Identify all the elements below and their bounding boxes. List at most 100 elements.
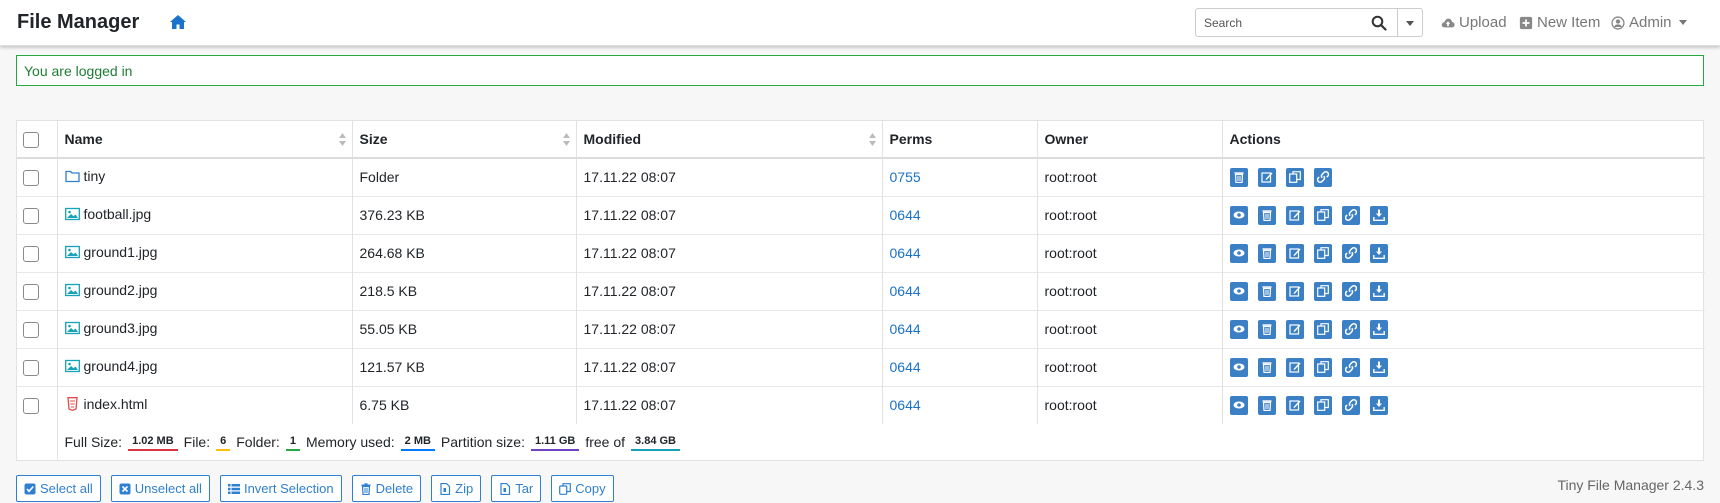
perms-link[interactable]: 0755 xyxy=(890,169,921,185)
view-action-button[interactable] xyxy=(1229,281,1248,301)
row-checkbox[interactable] xyxy=(23,283,39,300)
link-action-button[interactable] xyxy=(1341,243,1360,263)
search-icon[interactable] xyxy=(1371,15,1387,31)
view-action-button[interactable] xyxy=(1229,395,1248,415)
search-options-dropdown[interactable] xyxy=(1398,8,1423,37)
home-icon[interactable] xyxy=(169,14,187,30)
file-size: 55.05 KB xyxy=(352,309,577,348)
select-all-button[interactable]: Select all xyxy=(16,475,101,502)
delete-button[interactable]: Delete xyxy=(351,475,422,502)
unselect-all-button[interactable]: Unselect all xyxy=(110,475,210,502)
copy-action-button[interactable] xyxy=(1313,243,1332,263)
admin-menu[interactable]: Admin xyxy=(1611,14,1687,31)
tar-label: Tar xyxy=(515,481,534,496)
edit-icon xyxy=(1288,400,1300,411)
download-action-button[interactable] xyxy=(1369,395,1388,415)
copy-button[interactable]: Copy xyxy=(551,475,614,502)
link-action-button[interactable] xyxy=(1341,395,1360,415)
perms-link[interactable]: 0644 xyxy=(890,397,921,413)
row-actions xyxy=(1229,205,1699,225)
download-action-button[interactable] xyxy=(1369,281,1388,301)
delete-action-button[interactable] xyxy=(1257,205,1276,225)
perms-link[interactable]: 0644 xyxy=(890,245,921,261)
link-action-button[interactable] xyxy=(1341,281,1360,301)
file-name-link[interactable]: football.jpg xyxy=(64,206,151,222)
delete-label: Delete xyxy=(375,481,414,496)
table-row: ground4.jpg 121.57 KB 17.11.22 08:07 0644 ro… xyxy=(17,347,1705,386)
perms-link[interactable]: 0644 xyxy=(890,321,921,337)
edit-action-button[interactable] xyxy=(1285,281,1304,301)
row-checkbox[interactable] xyxy=(23,245,39,262)
download-action-button[interactable] xyxy=(1369,319,1388,339)
view-action-button[interactable] xyxy=(1229,357,1248,377)
memory-badge: 2 MB xyxy=(400,434,435,451)
trash-icon xyxy=(1262,210,1271,221)
search-input[interactable] xyxy=(1195,8,1398,37)
delete-action-button[interactable] xyxy=(1257,281,1276,301)
copy-action-button[interactable] xyxy=(1285,167,1304,187)
edit-action-button[interactable] xyxy=(1285,395,1304,415)
row-checkbox[interactable] xyxy=(23,359,39,376)
delete-action-button[interactable] xyxy=(1257,319,1276,339)
copy-action-button[interactable] xyxy=(1313,205,1332,225)
modified-column-header[interactable]: Modified xyxy=(576,121,883,159)
row-checkbox[interactable] xyxy=(23,321,39,338)
file-name-link[interactable]: index.html xyxy=(65,396,147,412)
edit-action-button[interactable] xyxy=(1285,319,1304,339)
login-alert: You are logged in xyxy=(16,55,1704,86)
file-name-link[interactable]: ground1.jpg xyxy=(64,244,157,260)
upload-link[interactable]: Upload xyxy=(1441,14,1507,31)
tar-button[interactable]: Tar xyxy=(491,475,542,502)
view-action-button[interactable] xyxy=(1229,205,1248,225)
edit-icon xyxy=(1288,362,1300,373)
perms-link[interactable]: 0644 xyxy=(890,283,921,299)
file-name-link[interactable]: tiny xyxy=(64,168,105,184)
view-action-button[interactable] xyxy=(1229,243,1248,263)
file-name-link[interactable]: ground2.jpg xyxy=(64,282,158,298)
trash-icon xyxy=(1262,362,1271,373)
link-action-button[interactable] xyxy=(1341,357,1360,377)
perms-link[interactable]: 0644 xyxy=(890,207,921,223)
copy-action-button[interactable] xyxy=(1313,281,1332,301)
edit-action-button[interactable] xyxy=(1285,243,1304,263)
edit-action-button[interactable] xyxy=(1285,357,1304,377)
link-action-button[interactable] xyxy=(1341,205,1360,225)
size-column-header[interactable]: Size xyxy=(352,121,577,159)
copy-action-button[interactable] xyxy=(1313,357,1332,377)
select-all-checkbox[interactable] xyxy=(23,131,39,148)
download-action-button[interactable] xyxy=(1369,357,1388,377)
link-action-button[interactable] xyxy=(1313,167,1332,187)
file-name-link[interactable]: ground4.jpg xyxy=(64,358,157,374)
full-size-label: Full Size: xyxy=(64,434,123,450)
zip-button[interactable]: Zip xyxy=(431,475,482,502)
row-checkbox[interactable] xyxy=(23,169,39,186)
delete-action-button[interactable] xyxy=(1257,357,1276,377)
invert-selection-button[interactable]: Invert Selection xyxy=(219,475,342,502)
edit-icon xyxy=(1288,210,1300,221)
view-action-button[interactable] xyxy=(1229,319,1248,339)
file-owner: root:root xyxy=(1037,158,1223,196)
name-column-header[interactable]: Name xyxy=(57,121,353,159)
trash-icon xyxy=(1262,400,1271,412)
edit-action-button[interactable] xyxy=(1285,205,1304,225)
file-name: ground2.jpg xyxy=(83,282,158,298)
link-action-button[interactable] xyxy=(1341,319,1360,339)
copy-action-button[interactable] xyxy=(1313,395,1332,415)
row-checkbox[interactable] xyxy=(23,207,39,224)
copy-icon xyxy=(559,482,572,495)
delete-action-button[interactable] xyxy=(1229,167,1248,187)
download-action-button[interactable] xyxy=(1369,243,1388,263)
perms-link[interactable]: 0644 xyxy=(890,359,921,375)
app-title[interactable]: File Manager xyxy=(17,11,139,34)
edit-action-button[interactable] xyxy=(1257,167,1276,187)
folder-count-badge: 1 xyxy=(285,434,300,451)
download-action-button[interactable] xyxy=(1369,205,1388,225)
copy-action-button[interactable] xyxy=(1313,319,1332,339)
file-name-link[interactable]: ground3.jpg xyxy=(64,320,157,336)
new-item-link[interactable]: New Item xyxy=(1519,14,1600,31)
row-checkbox[interactable] xyxy=(23,397,39,414)
delete-action-button[interactable] xyxy=(1257,243,1276,263)
trash-icon xyxy=(1262,324,1271,335)
copy-icon xyxy=(1316,209,1329,221)
delete-action-button[interactable] xyxy=(1257,395,1276,415)
